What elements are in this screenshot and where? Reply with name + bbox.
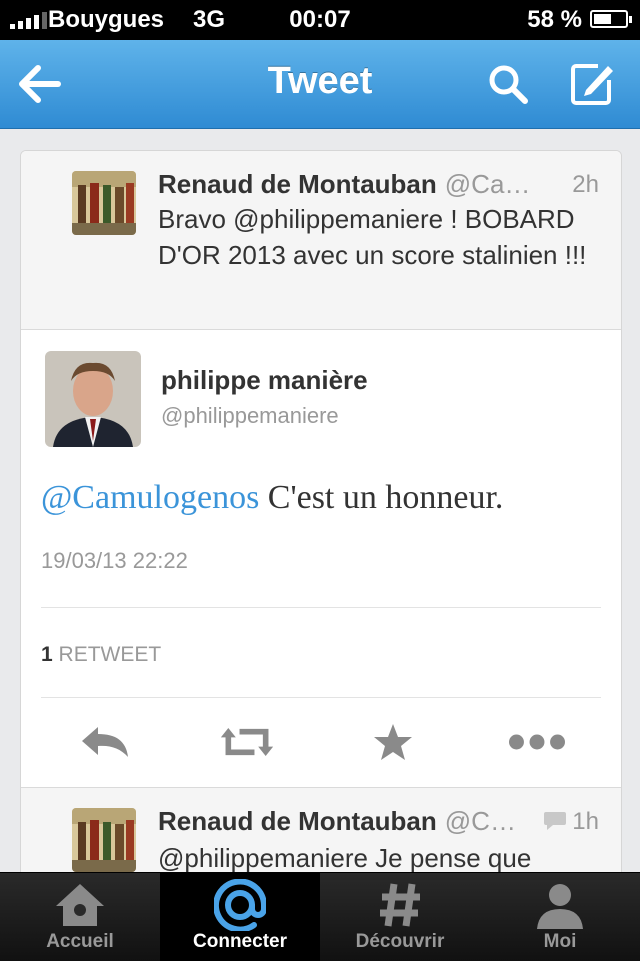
tweet-detail-card: Renaud de Montauban @Ca… 2h Bravo @philip… [20, 150, 622, 892]
hash-icon [320, 881, 480, 929]
battery-icon [590, 10, 632, 28]
main-tweet-text: @Camulogenos C'est un honneur. [41, 479, 503, 517]
divider [41, 607, 601, 608]
tab-label: Moi [543, 931, 577, 952]
tab-label: Accueil [46, 931, 114, 952]
conversation-icon [543, 810, 567, 832]
at-icon [160, 879, 320, 931]
mention-link[interactable]: @Camulogenos [41, 479, 259, 516]
author-handle: @C… [444, 806, 516, 836]
reply-icon[interactable] [77, 717, 133, 767]
favorite-icon[interactable] [365, 717, 421, 767]
avatar[interactable] [72, 171, 136, 235]
avatar[interactable] [72, 808, 136, 872]
main-author-avatar[interactable] [45, 351, 141, 447]
tab-label: Connecter [193, 931, 287, 952]
author-name[interactable]: Renaud de Montauban @C… [158, 806, 516, 837]
status-bar: Bouygues 3G 00:07 58 % [0, 0, 640, 40]
person-icon [480, 881, 640, 929]
retweet-icon[interactable] [219, 717, 275, 767]
tab-discover[interactable]: Découvrir [320, 873, 480, 961]
divider [41, 697, 601, 698]
retweet-count[interactable]: 1 RETWEET [41, 643, 161, 667]
tab-label: Découvrir [355, 931, 445, 952]
battery-percentage: 58 % [527, 6, 582, 33]
compose-icon[interactable] [568, 60, 616, 108]
more-icon[interactable] [509, 717, 565, 767]
main-author-name[interactable]: philippe manière [161, 365, 368, 396]
timestamp: 1h [572, 808, 599, 835]
tweet-date: 19/03/13 22:22 [41, 548, 188, 573]
timestamp: 2h [572, 171, 599, 198]
author-name[interactable]: Renaud de Montauban @Ca… [158, 169, 530, 200]
main-author-handle[interactable]: @philippemaniere [161, 403, 339, 429]
search-icon[interactable] [486, 62, 530, 106]
tweet-body: C'est un honneur. [259, 479, 504, 516]
tweet-text: @philippemaniere Je pense que [158, 843, 532, 873]
page-title: Tweet [267, 60, 373, 102]
tweet-text: Bravo @philippemaniere ! BOBARD D'OR 201… [158, 204, 587, 270]
tab-bar: Accueil Connecter Découvrir Moi [0, 872, 640, 961]
author-handle: @Ca… [444, 169, 531, 199]
home-icon [0, 881, 160, 929]
tab-me[interactable]: Moi [480, 873, 640, 961]
previous-tweet[interactable]: Renaud de Montauban @Ca… 2h Bravo @philip… [21, 151, 621, 330]
navigation-bar: Tweet [0, 40, 640, 129]
tab-connect[interactable]: Connecter [160, 873, 320, 961]
tab-home[interactable]: Accueil [0, 873, 160, 961]
